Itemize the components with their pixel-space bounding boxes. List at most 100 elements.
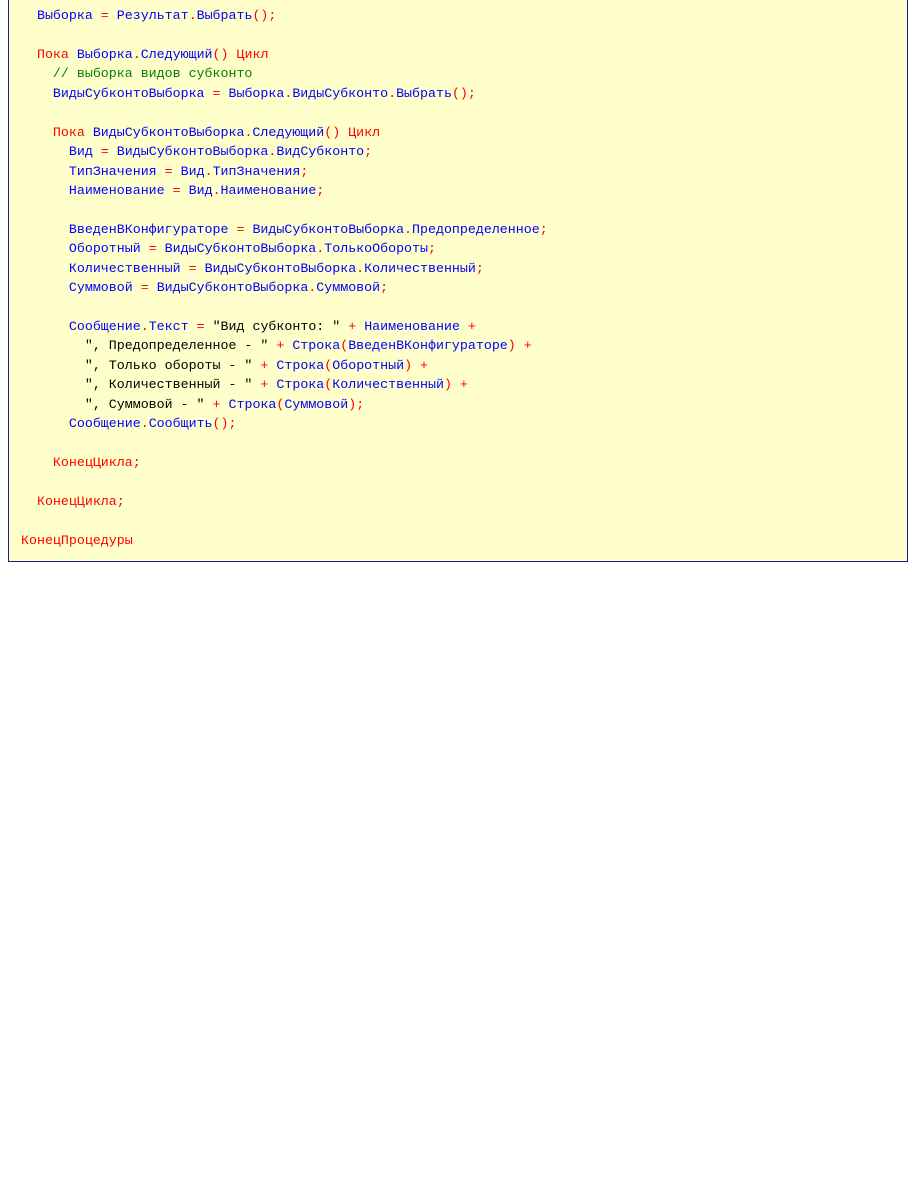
code-identifier: Выборка — [228, 85, 285, 101]
code-operator: = — [92, 8, 117, 23]
code-identifier: ВидыСубконтоВыборка — [52, 85, 205, 101]
code-identifier: ВидыСубконтоВыборка — [164, 241, 317, 257]
code-operator: () — [212, 46, 237, 62]
code-line: Вид = ВидыСубконтоВыборка.ВидСубконто; — [21, 142, 548, 161]
code-operator: . — [188, 8, 197, 23]
code-identifier: Суммовой — [68, 280, 133, 296]
code-comment: // выборка видов субконто — [52, 66, 253, 82]
code-operator: () — [324, 124, 349, 140]
code-identifier: Выборка — [76, 46, 133, 62]
code-identifier: Текст — [148, 319, 189, 334]
code-identifier: ВидыСубконтоВыборка — [252, 221, 405, 237]
code-identifier: Выбрать — [196, 8, 253, 23]
code-identifier: Вид — [68, 144, 93, 160]
code-keyword: Цикл — [236, 46, 269, 62]
code-operator: = — [92, 144, 117, 160]
code-operator: . — [404, 221, 413, 237]
code-string: "Вид субконто: " — [212, 319, 341, 334]
code-identifier: Предопределенное — [412, 221, 540, 237]
code-line: Оборотный = ВидыСубконтоВыборка.ТолькоОб… — [21, 239, 548, 258]
code-identifier: Оборотный — [332, 357, 405, 373]
code-operator: + — [459, 319, 476, 334]
code-line: ", Предопределенное - " + Строка(ВведенВ… — [21, 336, 548, 355]
code-identifier: ТипЗначения — [212, 163, 301, 179]
code-identifier: Выбрать — [396, 85, 452, 101]
code-operator: = — [140, 241, 165, 257]
code-keyword: Пока — [36, 46, 69, 62]
code-identifier: Количественный — [364, 260, 476, 276]
code-identifier: ТипЗначения — [68, 163, 157, 179]
code-operator: . — [132, 46, 141, 62]
code-identifier: Количественный — [68, 260, 181, 276]
code-operator: ; — [316, 182, 325, 198]
code-listing: Выборка = Результат.Выбрать(); Пока Выбо… — [21, 6, 548, 550]
code-operator: ; — [380, 280, 389, 296]
code-operator: = — [156, 163, 181, 179]
code-identifier: Вид — [180, 163, 205, 179]
code-operator: (); — [252, 8, 277, 23]
code-line: ", Суммовой - " + Строка(Суммовой); — [21, 395, 548, 414]
code-line: Сообщение.Текст = "Вид субконто: " + Наи… — [21, 317, 548, 336]
code-operator: ; — [475, 260, 484, 276]
code-line: ВведенВКонфигураторе = ВидыСубконтоВыбор… — [21, 220, 548, 239]
code-operator: ); — [348, 396, 365, 412]
code-string: ", Суммовой - " — [84, 396, 205, 412]
code-line: Пока Выборка.Следующий() Цикл — [21, 45, 548, 64]
code-line: Наименование = Вид.Наименование; — [21, 181, 548, 200]
code-operator: ) + — [443, 377, 468, 393]
code-line: ", Только обороты - " + Строка(Оборотный… — [21, 356, 548, 375]
code-identifier: Строка — [276, 357, 325, 373]
code-identifier: ТолькоОбороты — [324, 241, 428, 257]
code-line: Сообщение.Сообщить(); — [21, 414, 548, 433]
code-operator: ) + — [507, 338, 532, 354]
code-identifier: Вид — [188, 182, 213, 198]
code-line: ВидыСубконтоВыборка = Выборка.ВидыСубкон… — [21, 84, 548, 103]
code-operator: . — [204, 163, 213, 179]
code-line: Выборка = Результат.Выбрать(); — [21, 6, 548, 25]
code-keyword: Цикл — [348, 124, 381, 140]
code-line: ТипЗначения = Вид.ТипЗначения; — [21, 162, 548, 181]
code-string: ", Предопределенное - " — [84, 338, 269, 354]
code-operator: = — [188, 319, 213, 334]
code-operator: + — [204, 396, 229, 412]
code-operator: = — [228, 221, 253, 237]
code-operator: = — [164, 182, 189, 198]
code-identifier: Оборотный — [68, 241, 141, 257]
code-identifier: Строка — [292, 338, 341, 354]
code-operator: = — [132, 280, 157, 296]
code-identifier: Наименование — [364, 319, 460, 334]
code-line: Пока ВидыСубконтоВыборка.Следующий() Цик… — [21, 123, 548, 142]
code-operator: ; — [364, 144, 373, 160]
code-operator: + — [252, 377, 277, 393]
code-line: // выборка видов субконто — [21, 64, 548, 83]
code-keyword: КонецПроцедуры — [21, 532, 133, 548]
code-operator: + — [340, 319, 365, 334]
code-identifier: Сообщить — [148, 416, 213, 432]
code-identifier: Наименование — [220, 182, 317, 198]
code-operator: (); — [451, 85, 476, 101]
code-identifier: Строка — [276, 377, 325, 393]
code-operator: (); — [212, 416, 237, 432]
